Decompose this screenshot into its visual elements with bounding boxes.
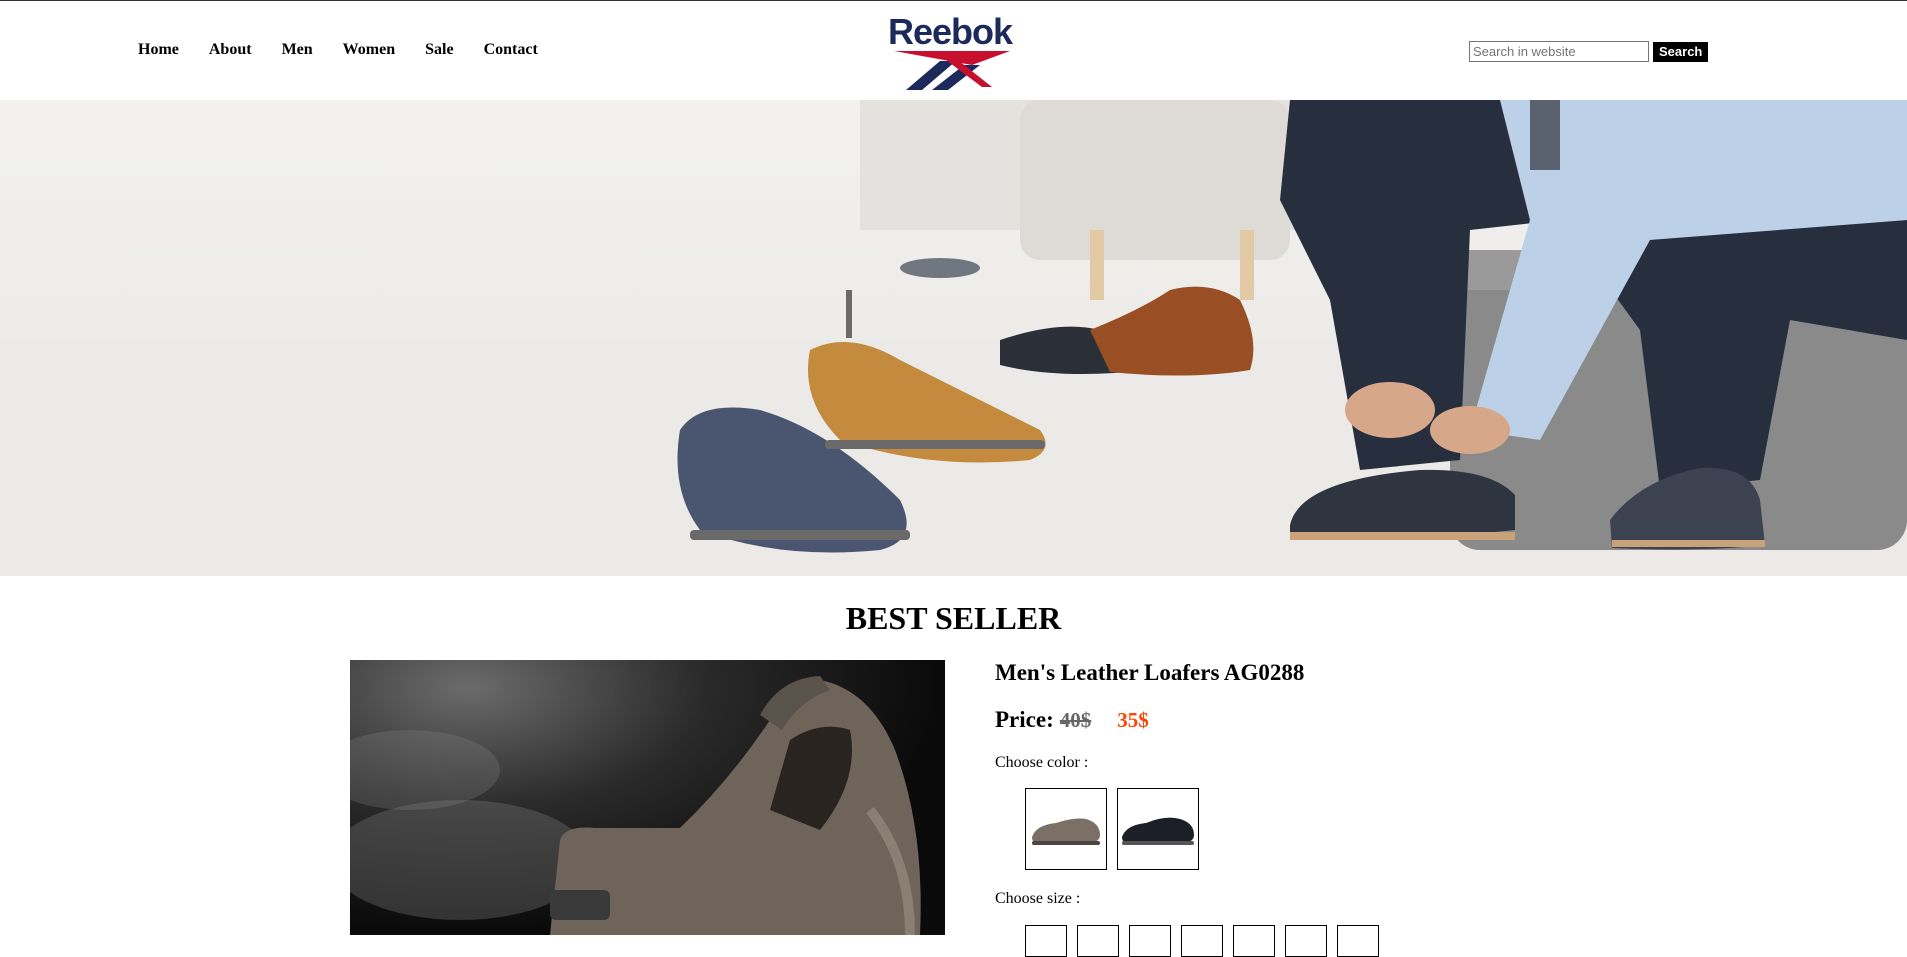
price-label: Price: [995, 707, 1054, 732]
shoe-thumbnail-grey [1032, 818, 1100, 845]
price-row: Price: 40$ 35$ [995, 707, 1149, 733]
size-option[interactable] [1285, 925, 1327, 957]
size-option[interactable] [1337, 925, 1379, 957]
nav-contact[interactable]: Contact [484, 41, 538, 59]
price-new: 35$ [1117, 708, 1149, 732]
section-title: BEST SELLER [845, 600, 1062, 636]
product-photo [350, 676, 921, 935]
nav-sale[interactable]: Sale [425, 41, 453, 59]
size-option[interactable] [1025, 925, 1067, 957]
nav-about[interactable]: About [209, 41, 252, 59]
choose-size-label: Choose size : [995, 890, 1081, 907]
brand-delta-icon [894, 51, 1010, 90]
product-main-image[interactable] [350, 660, 945, 935]
size-option[interactable] [1129, 925, 1171, 957]
nav-men[interactable]: Men [282, 41, 313, 59]
nav-women[interactable]: Women [343, 41, 395, 59]
size-option[interactable] [1181, 925, 1223, 957]
search-button[interactable]: Search [1653, 41, 1709, 62]
nav-home[interactable]: Home [138, 41, 179, 59]
brand-logo[interactable]: Reebok [882, 11, 1022, 95]
price-old: 40$ [1059, 708, 1092, 732]
color-swatch-black[interactable] [1117, 788, 1199, 870]
product-name: Men's Leather Loafers AG0288 [995, 660, 1305, 685]
site-header: Home About Men Women Sale Contact Reebok… [0, 1, 1907, 100]
hero-image [0, 100, 1907, 576]
choose-color-label: Choose color : [995, 754, 1089, 771]
shoe-thumbnail-black [1122, 817, 1194, 845]
search-bar: Search [1469, 41, 1709, 62]
main-nav: Home About Men Women Sale Contact [138, 41, 568, 59]
size-option[interactable] [1077, 925, 1119, 957]
search-input[interactable] [1469, 41, 1649, 62]
color-swatch-grey[interactable] [1025, 788, 1107, 870]
size-option[interactable] [1233, 925, 1275, 957]
hero-banner [0, 100, 1907, 576]
